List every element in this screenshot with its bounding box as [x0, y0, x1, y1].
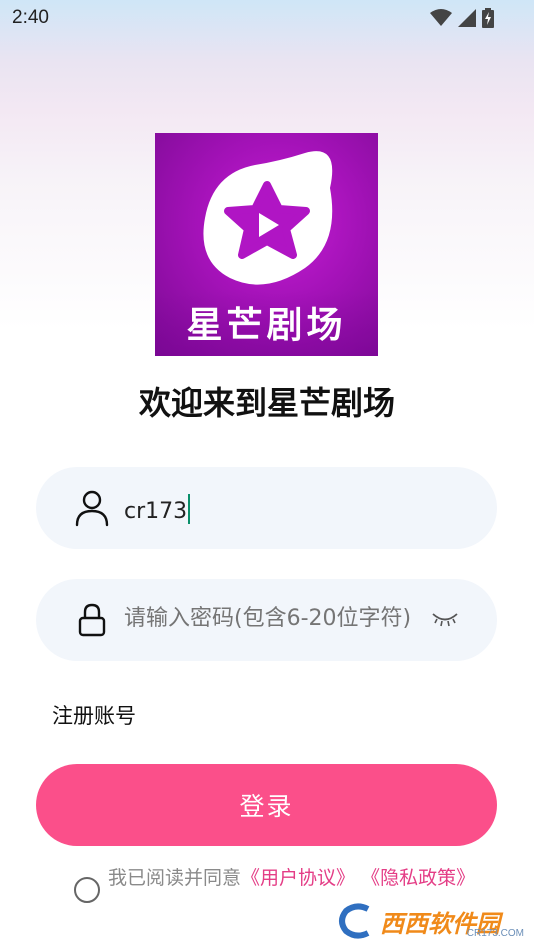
logo-text: 星芒剧场: [186, 305, 347, 346]
status-bar: 2:40: [0, 0, 534, 36]
agreement-text: 我已阅读并同意《用户协议》 《隐私政策》: [108, 866, 488, 891]
star-play-icon: [203, 151, 333, 285]
password-field[interactable]: [36, 579, 497, 661]
username-value: cr173: [124, 499, 188, 524]
privacy-policy-link[interactable]: 《隐私政策》: [361, 867, 475, 889]
status-time: 2:40: [12, 7, 49, 28]
username-input[interactable]: cr173: [124, 494, 191, 524]
login-button[interactable]: 登录: [36, 764, 497, 846]
welcome-title: 欢迎来到星芒剧场: [138, 384, 395, 422]
agreement-prefix: 我已阅读并同意: [108, 867, 242, 889]
user-icon: [75, 490, 109, 527]
battery-charging-icon: [482, 8, 494, 28]
watermark: 西西软件园 CR173.COM: [336, 898, 534, 944]
wifi-icon: [430, 9, 452, 26]
register-link[interactable]: 注册账号: [52, 700, 136, 730]
lock-icon: [78, 603, 106, 637]
app-logo: 星芒剧场: [155, 133, 378, 356]
signal-icon: [458, 9, 476, 27]
agreement-radio[interactable]: [74, 877, 100, 903]
username-field[interactable]: cr173: [36, 467, 497, 549]
watermark-site: CR173.COM: [466, 928, 524, 939]
watermark-logo-icon: [339, 903, 370, 939]
status-icons: [430, 8, 494, 28]
text-caret: [188, 494, 191, 524]
user-agreement-link[interactable]: 《用户协议》: [241, 867, 355, 889]
eye-closed-icon[interactable]: [431, 609, 459, 629]
password-input[interactable]: [124, 606, 410, 631]
